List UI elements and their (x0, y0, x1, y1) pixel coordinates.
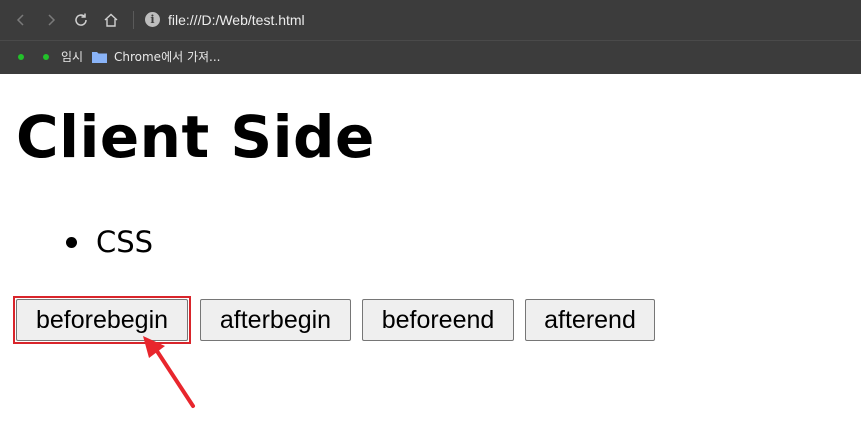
afterbegin-button[interactable]: afterbegin (200, 299, 351, 341)
address-bar[interactable]: file:///D:/Web/test.html (168, 11, 305, 29)
beforeend-button[interactable]: beforeend (362, 299, 514, 341)
afterend-button[interactable]: afterend (525, 299, 655, 341)
page-content: Client Side CSS beforebegin afterbegin b… (0, 74, 861, 443)
home-icon[interactable] (100, 9, 122, 31)
page-heading: Client Side (16, 103, 375, 171)
bookmark-dot-icon[interactable] (18, 54, 24, 60)
bookmark-temp[interactable]: 임시 (61, 49, 83, 65)
bookmarks-bar: 임시 Chrome에서 가져... (0, 40, 861, 74)
forward-icon[interactable] (40, 9, 62, 31)
info-icon[interactable]: i (145, 12, 160, 27)
back-icon[interactable] (10, 9, 32, 31)
bookmark-imported-folder[interactable]: Chrome에서 가져... (114, 49, 221, 65)
list-item: CSS (96, 225, 154, 259)
arrow-icon (143, 336, 195, 408)
folder-icon (92, 52, 107, 63)
toolbar-separator (133, 11, 134, 29)
reload-icon[interactable] (70, 9, 92, 31)
bookmark-dot-icon[interactable] (43, 54, 49, 60)
bullet-icon (66, 237, 77, 248)
browser-toolbar: i file:///D:/Web/test.html (0, 0, 861, 40)
